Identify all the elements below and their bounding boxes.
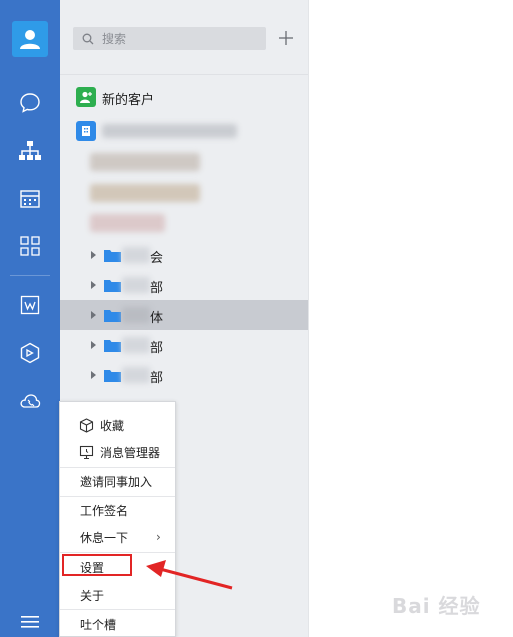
department-label: 部	[150, 281, 164, 296]
department-row[interactable]: 部	[60, 360, 308, 390]
user-icon	[20, 30, 40, 49]
expand-arrow-icon[interactable]	[91, 311, 96, 319]
menu-item-work-signature[interactable]: 工作签名	[60, 497, 175, 523]
expand-arrow-icon[interactable]	[91, 341, 96, 349]
department-row[interactable]: 会	[60, 240, 308, 270]
department-row[interactable]: 部	[60, 270, 308, 300]
menu-item-label: 休息一下	[80, 530, 129, 545]
settings-highlight-box	[62, 554, 132, 576]
menu-item-take-break[interactable]: 休息一下 ›	[60, 524, 175, 550]
menu-item-label: 工作签名	[80, 503, 129, 518]
panel-divider	[60, 74, 308, 75]
new-customer-icon	[76, 87, 96, 107]
menu-item-feedback[interactable]: 吐个槽	[60, 611, 175, 637]
hamburger-menu-icon[interactable]	[14, 606, 46, 637]
menu-item-invite[interactable]: 邀请同事加入	[60, 468, 175, 494]
menu-item-favorites[interactable]: 收藏	[60, 412, 175, 438]
cloud-phone-icon[interactable]	[14, 385, 46, 417]
avatar[interactable]	[12, 21, 48, 57]
search-input[interactable]: 搜索	[73, 27, 266, 50]
expand-arrow-icon[interactable]	[91, 371, 96, 379]
company-icon	[76, 121, 96, 141]
contacts-org-icon[interactable]	[14, 135, 46, 167]
member-row-redacted[interactable]	[90, 214, 165, 232]
chat-icon[interactable]	[14, 87, 46, 119]
new-customer-item[interactable]: 新的客户	[102, 89, 154, 108]
expand-arrow-icon[interactable]	[91, 251, 96, 259]
settings-popup-menu: 收藏 消息管理器 邀请同事加入 工作签名 休息一下 › 设置 关于 吐个槽	[59, 401, 176, 637]
department-label: 部	[150, 341, 164, 356]
search-placeholder: 搜索	[102, 32, 127, 46]
menu-item-about[interactable]: 关于	[60, 582, 175, 608]
department-name-redacted	[122, 277, 150, 293]
add-button[interactable]	[275, 27, 297, 49]
department-name-redacted	[122, 367, 150, 383]
department-name-redacted	[122, 337, 150, 353]
folder-icon	[104, 250, 121, 262]
drive-cube-icon[interactable]	[14, 337, 46, 369]
menu-separator	[60, 609, 175, 610]
folder-icon	[104, 370, 121, 382]
chevron-right-icon: ›	[156, 530, 161, 544]
menu-item-label: 收藏	[100, 418, 125, 433]
watermark: Bai 经验	[392, 594, 481, 618]
apps-grid-icon[interactable]	[14, 230, 46, 262]
menu-item-label: 消息管理器	[100, 445, 161, 460]
expand-arrow-icon[interactable]	[91, 281, 96, 289]
menu-item-message-manager[interactable]: 消息管理器	[60, 439, 175, 465]
left-rail	[0, 0, 60, 637]
department-name-redacted	[122, 307, 150, 323]
app-window: 搜索 新的客户 会 部 体 部 部 收藏 消息管理器 邀请同事加入 工作签名 休…	[0, 0, 513, 637]
department-name-redacted	[122, 247, 150, 263]
department-label: 会	[150, 251, 164, 266]
calendar-icon[interactable]	[14, 183, 46, 215]
search-icon	[82, 33, 94, 44]
department-label: 部	[150, 371, 164, 386]
folder-icon	[104, 310, 121, 322]
main-content-area	[308, 0, 513, 637]
folder-icon	[104, 340, 121, 352]
plus-icon	[279, 31, 293, 45]
member-row-redacted[interactable]	[90, 153, 200, 171]
menu-separator	[60, 552, 175, 553]
document-w-icon[interactable]	[14, 289, 46, 321]
menu-item-label: 关于	[80, 588, 105, 603]
company-name-redacted[interactable]	[102, 124, 237, 138]
department-row-selected[interactable]: 体	[60, 300, 308, 330]
menu-item-label: 吐个槽	[80, 617, 117, 632]
folder-icon	[104, 280, 121, 292]
department-label: 体	[150, 311, 164, 326]
rail-divider	[10, 275, 50, 276]
member-row-redacted[interactable]	[90, 184, 200, 202]
message-manager-icon	[78, 444, 94, 460]
cube-icon	[78, 417, 94, 433]
menu-item-label: 邀请同事加入	[80, 474, 153, 489]
department-row[interactable]: 部	[60, 330, 308, 360]
